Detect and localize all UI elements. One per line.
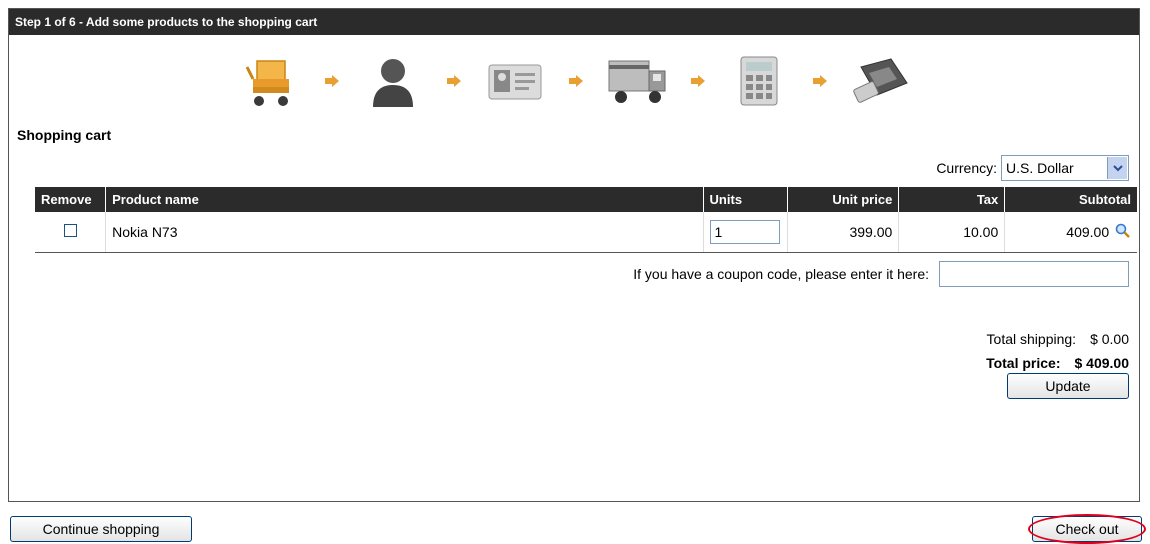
table-row: Nokia N73 399.00 10.00 409.00 xyxy=(35,212,1137,253)
checkout-area: Check out xyxy=(1028,514,1146,544)
arrow-right-icon xyxy=(547,75,605,87)
product-name: Nokia N73 xyxy=(105,212,704,253)
units-input[interactable] xyxy=(709,220,780,244)
tax-value: 10.00 xyxy=(898,212,1005,253)
subtotal-cell: 409.00 xyxy=(1004,212,1137,253)
column-header-tax: Tax xyxy=(898,187,1005,212)
shipping-line: Total shipping: $ 0.00 xyxy=(986,327,1129,351)
coupon-row: If you have a coupon code, please enter … xyxy=(633,261,1129,287)
column-header-subtotal: Subtotal xyxy=(1004,187,1137,212)
remove-checkbox[interactable] xyxy=(63,224,77,237)
checkout-button[interactable]: Check out xyxy=(1032,516,1142,542)
subtotal-value: 409.00 xyxy=(1066,223,1110,240)
shipping-value: $ 0.00 xyxy=(1090,331,1129,347)
currency-select[interactable]: U.S. Dollar xyxy=(1001,155,1129,181)
cart-table: Remove Product name Units Unit price Tax… xyxy=(35,187,1137,253)
total-label: Total price: xyxy=(986,355,1061,371)
chevron-down-icon[interactable] xyxy=(1107,157,1127,179)
coupon-input[interactable] xyxy=(939,261,1129,287)
card-reader-icon xyxy=(849,49,913,113)
shipping-label: Total shipping: xyxy=(986,331,1077,347)
continue-shopping-button[interactable]: Continue shopping xyxy=(10,516,192,542)
arrow-right-icon xyxy=(425,75,483,87)
arrow-right-icon xyxy=(791,75,849,87)
currency-selector: Currency: U.S. Dollar xyxy=(936,155,1129,181)
remove-cell xyxy=(35,212,106,253)
units-cell xyxy=(702,212,788,253)
totals: Total shipping: $ 0.00 Total price: $ 40… xyxy=(986,327,1129,375)
unit-price: 399.00 xyxy=(787,212,899,253)
column-header-unit-price: Unit price xyxy=(787,187,899,212)
id-card-icon xyxy=(483,49,547,113)
currency-value: U.S. Dollar xyxy=(1006,160,1074,176)
checkout-panel: Step 1 of 6 - Add some products to the s… xyxy=(8,8,1140,502)
delivery-truck-icon xyxy=(605,49,669,113)
total-line: Total price: $ 409.00 xyxy=(986,351,1129,375)
column-header-units: Units xyxy=(702,187,788,212)
step-title: Step 1 of 6 - Add some products to the s… xyxy=(9,9,1139,35)
arrow-right-icon xyxy=(303,75,361,87)
coupon-label: If you have a coupon code, please enter … xyxy=(633,266,929,282)
arrow-right-icon xyxy=(669,75,727,87)
column-header-remove: Remove xyxy=(35,187,106,212)
magnifier-icon[interactable] xyxy=(1115,223,1131,242)
update-button[interactable]: Update xyxy=(1007,373,1129,399)
total-value: $ 409.00 xyxy=(1074,355,1130,371)
checkout-steps xyxy=(239,45,913,117)
cart-heading: Shopping cart xyxy=(17,127,112,143)
calculator-icon xyxy=(727,49,791,113)
column-header-product: Product name xyxy=(105,187,704,212)
shopping-cart-icon xyxy=(239,49,303,113)
currency-label: Currency: xyxy=(936,160,997,176)
user-icon xyxy=(361,49,425,113)
